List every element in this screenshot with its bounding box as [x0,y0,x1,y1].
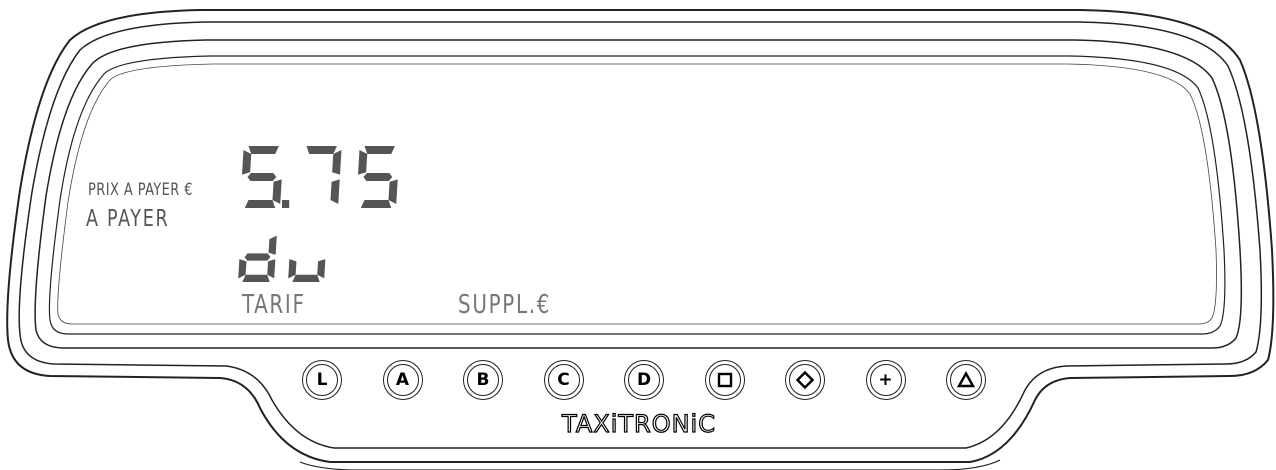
tarif-label: TARIF [242,290,306,320]
button-+[interactable]: + [865,360,906,400]
segment-g [363,173,393,181]
segment-c [388,179,398,204]
segment-c [272,179,282,204]
segment-d [360,200,392,208]
segment-e [238,259,247,279]
triangle-icon [957,371,975,388]
segment-a [248,146,279,154]
segment-a [306,146,337,154]
square-icon [717,372,732,388]
a-payer-label: A PAYER [86,206,170,232]
diamond-icon [796,371,814,389]
segment-g [244,253,271,261]
segment-d [244,200,276,208]
fare-amount-display [242,146,398,208]
lcd-window-inner [57,63,1217,325]
button-label: C [557,369,570,390]
button-label: A [395,369,410,390]
button-label: + [878,369,893,390]
segment-b [268,235,277,255]
segment-e [288,259,297,279]
supplement-label: SUPPL.€ [458,290,552,320]
button-label: L [316,369,328,390]
segment-c [330,179,340,204]
segment-c [267,259,276,279]
segment-d [292,274,320,282]
lcd-bezel [34,39,1243,349]
brand-logo: TAXiTRONiC [561,409,716,438]
segment-c [317,259,326,279]
status-display [238,235,326,282]
button-diamond[interactable] [785,360,825,400]
button-d[interactable]: D [624,360,664,400]
segment-g [247,173,277,181]
digit-7 [306,146,342,204]
digit-5 [242,146,282,208]
prix-a-payer-label: PRIX A PAYER € [88,180,193,200]
digit-d [238,235,277,282]
decimal-point [282,200,290,208]
lcd-window [48,55,1226,335]
segment-b [332,150,342,175]
button-l[interactable]: L [302,360,342,400]
digit-u [288,259,326,282]
segment-f [358,150,368,175]
button-label: D [636,369,652,390]
button-a[interactable]: A [382,360,423,400]
device-frame [6,9,1275,470]
button-label: B [476,369,490,390]
segment-f [242,150,252,175]
button-b[interactable]: B [463,360,503,400]
segment-a [364,146,395,154]
button-c[interactable]: C [543,360,584,400]
button-square[interactable] [704,360,745,400]
digit-5 [358,146,398,208]
button-triangle[interactable] [946,360,986,400]
segment-d [242,274,270,282]
